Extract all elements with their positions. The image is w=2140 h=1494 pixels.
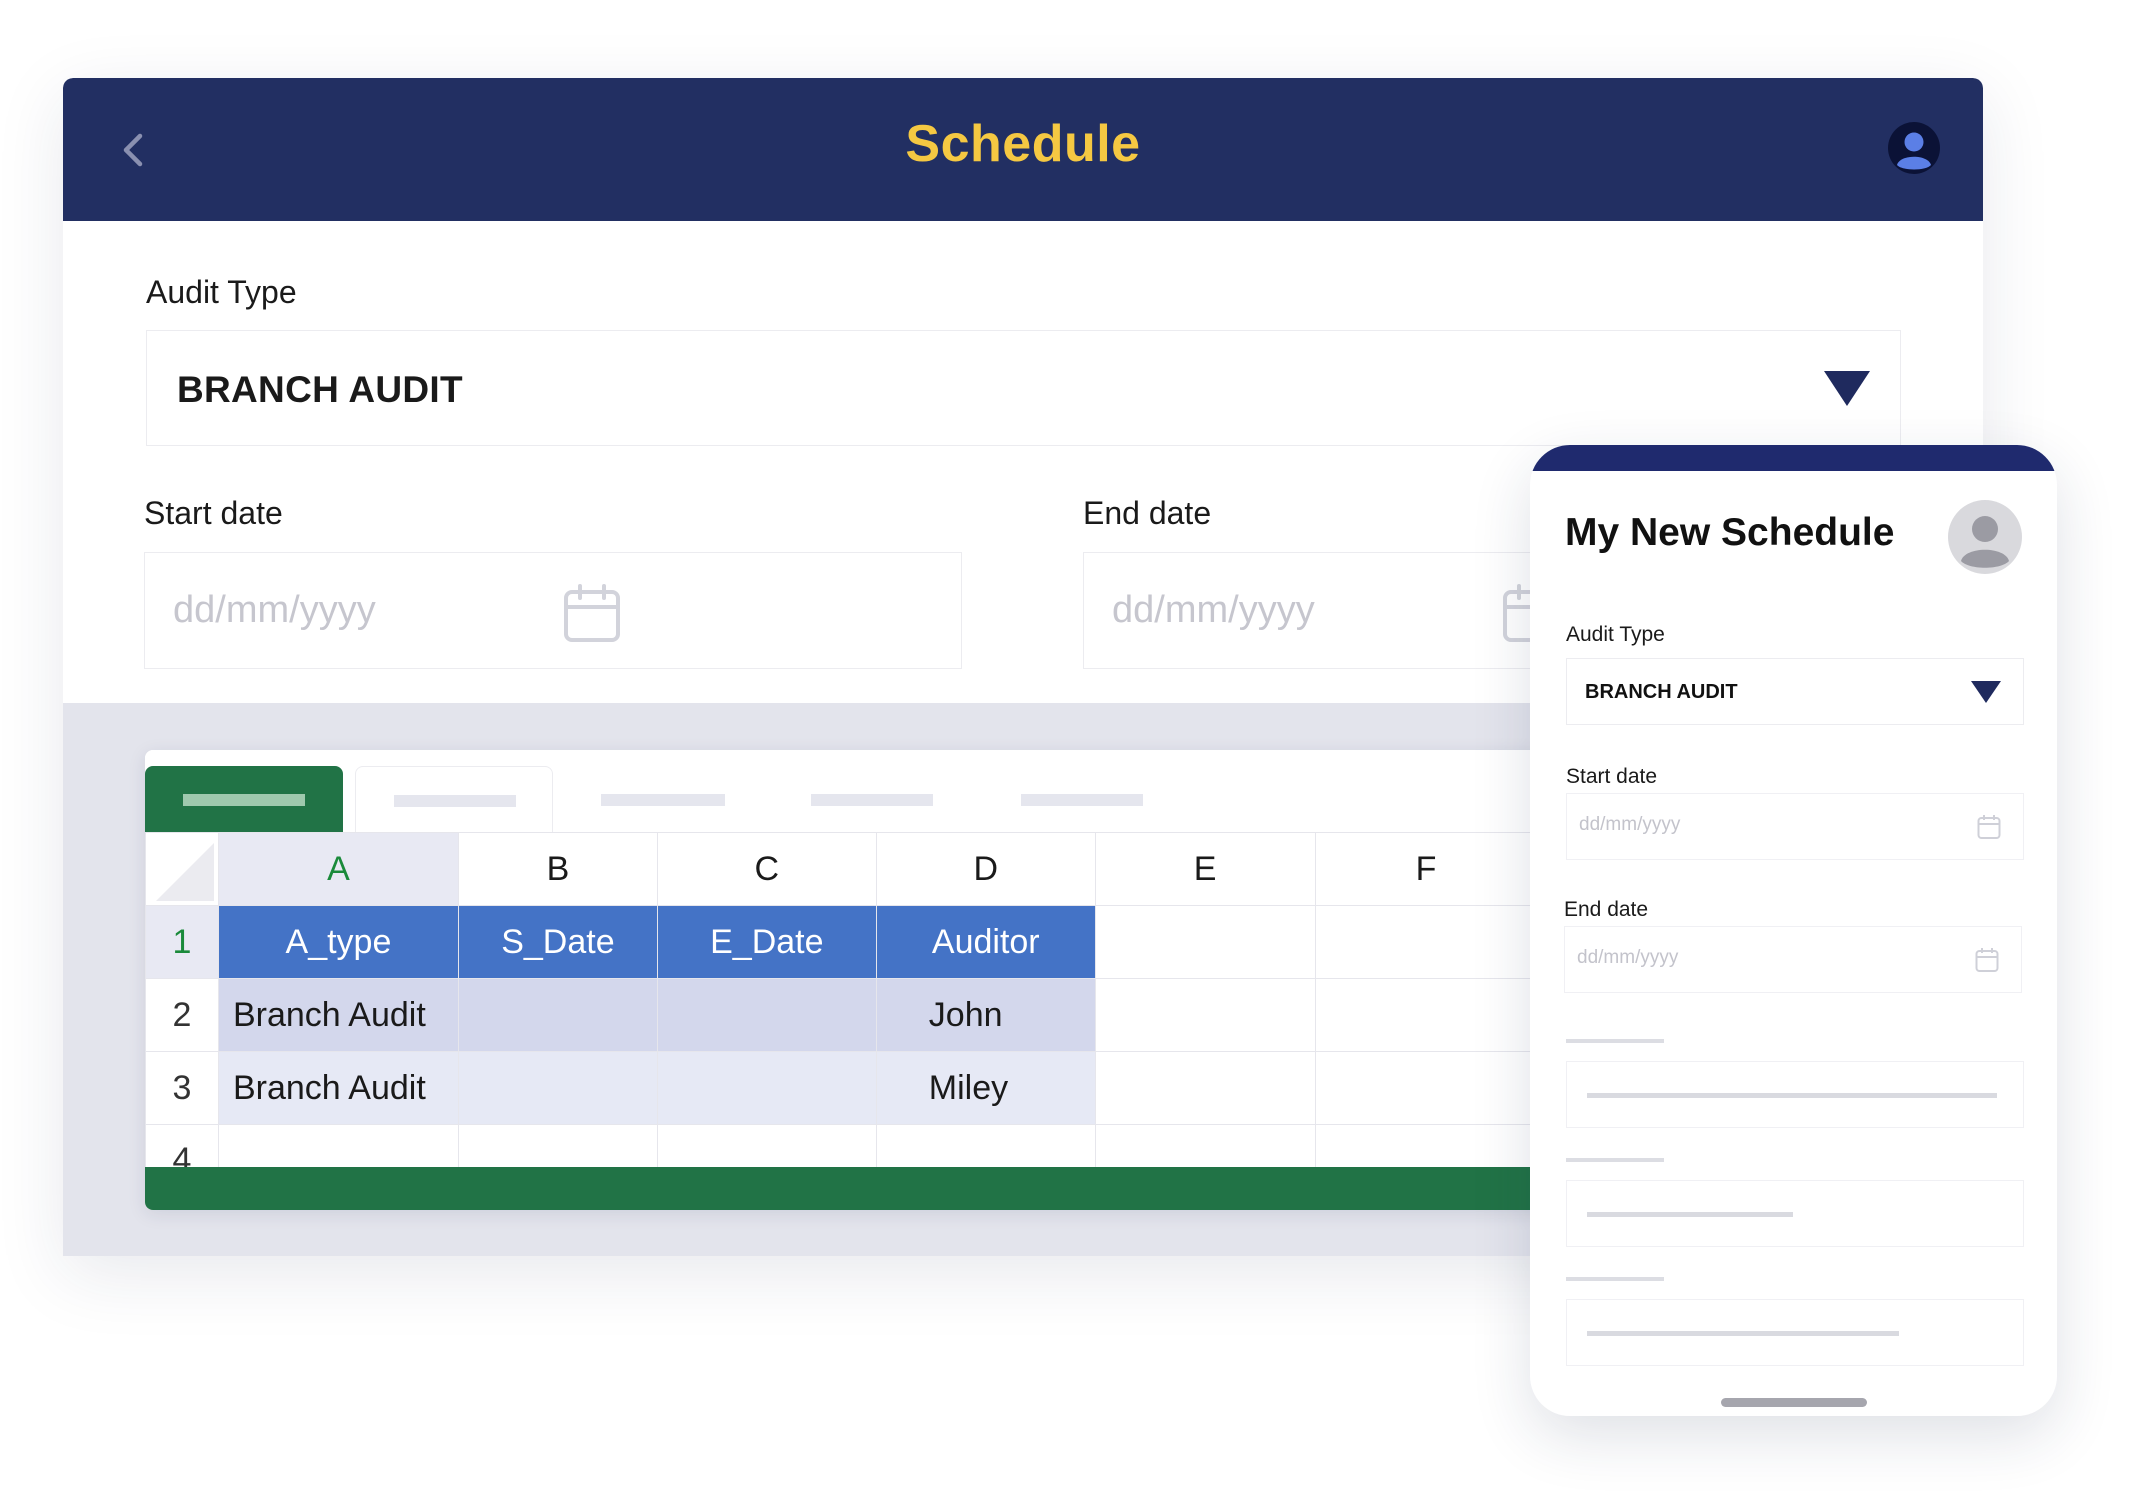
mobile-audit-type-select[interactable]: BRANCH AUDIT	[1566, 658, 2024, 725]
skeleton-label	[1566, 1039, 1664, 1043]
cell[interactable]: E_Date	[656, 905, 877, 979]
cell[interactable]: Auditor	[875, 905, 1096, 979]
calendar-icon[interactable]	[1975, 947, 1999, 973]
mobile-start-date-field	[1566, 793, 2024, 860]
sheet-tab-active[interactable]	[145, 766, 343, 832]
skeleton-field	[1566, 1180, 2024, 1247]
cell[interactable]	[1094, 905, 1316, 979]
cell[interactable]: Branch Audit	[217, 1051, 459, 1125]
cell[interactable]: Miley	[875, 1051, 1096, 1125]
calendar-icon[interactable]	[1977, 814, 2001, 840]
mobile-end-date-input[interactable]	[1577, 947, 1777, 969]
user-avatar-button[interactable]	[1888, 122, 1940, 174]
stage: Schedule Audit Type BRANCH AUDIT Start d…	[0, 0, 2140, 1494]
mobile-top-bar	[1530, 445, 2057, 471]
cell[interactable]	[457, 978, 658, 1052]
mobile-panel: My New Schedule Audit Type BRANCH AUDIT …	[1530, 445, 2057, 1416]
start-date-input[interactable]	[173, 589, 533, 632]
column-header[interactable]: B	[457, 832, 658, 906]
sheet-tab[interactable]	[355, 766, 553, 832]
home-indicator	[1721, 1398, 1867, 1407]
mobile-page-title: My New Schedule	[1565, 511, 1895, 554]
cell[interactable]: A_type	[217, 905, 459, 979]
mobile-start-date-input[interactable]	[1579, 814, 1779, 836]
skeleton-field	[1566, 1061, 2024, 1128]
mobile-avatar-button[interactable]	[1948, 500, 2022, 574]
skeleton-label	[1566, 1277, 1664, 1281]
cell[interactable]	[656, 978, 877, 1052]
cell[interactable]	[1094, 978, 1316, 1052]
select-all-corner[interactable]	[145, 832, 219, 906]
start-date-field	[144, 552, 962, 669]
cell[interactable]	[1314, 1051, 1538, 1125]
cell[interactable]	[1094, 1051, 1316, 1125]
audit-type-value: BRANCH AUDIT	[177, 369, 463, 410]
end-date-input[interactable]	[1112, 589, 1472, 632]
page-title: Schedule	[905, 115, 1141, 173]
column-header[interactable]: D	[875, 832, 1096, 906]
audit-type-select[interactable]: BRANCH AUDIT	[146, 330, 1901, 446]
user-avatar-icon	[1948, 500, 2022, 574]
mobile-end-date-field	[1564, 926, 2022, 993]
start-date-label: Start date	[144, 495, 283, 531]
audit-type-label: Audit Type	[146, 274, 297, 310]
caret-down-icon	[1971, 681, 2001, 703]
skeleton-field	[1566, 1299, 2024, 1366]
cell[interactable]: John	[875, 978, 1096, 1052]
caret-down-icon	[1824, 371, 1870, 406]
column-header[interactable]: E	[1094, 832, 1316, 906]
cell[interactable]	[1314, 905, 1538, 979]
mobile-end-date-label: End date	[1564, 898, 1649, 921]
end-date-label: End date	[1083, 495, 1212, 531]
cell[interactable]: Branch Audit	[217, 978, 459, 1052]
column-header[interactable]: C	[656, 832, 877, 906]
column-header[interactable]: A	[217, 832, 459, 906]
cell[interactable]	[656, 1051, 877, 1125]
skeleton-label	[1566, 1158, 1664, 1162]
mobile-start-date-label: Start date	[1566, 765, 1658, 788]
sheet-tab[interactable]	[983, 766, 1181, 832]
cell[interactable]: S_Date	[457, 905, 658, 979]
cell[interactable]	[457, 1051, 658, 1125]
top-app-bar: Schedule	[63, 78, 1983, 221]
mobile-audit-type-label: Audit Type	[1566, 623, 1665, 646]
row-header[interactable]: 2	[145, 978, 219, 1052]
calendar-icon[interactable]	[563, 583, 621, 643]
cell[interactable]	[1314, 978, 1538, 1052]
mobile-audit-type-value: BRANCH AUDIT	[1585, 681, 1738, 703]
sheet-tab[interactable]	[563, 766, 761, 832]
row-header[interactable]: 1	[145, 905, 219, 979]
user-avatar-icon	[1888, 122, 1940, 174]
column-header[interactable]: F	[1314, 832, 1538, 906]
row-header[interactable]: 3	[145, 1051, 219, 1125]
sheet-tab[interactable]	[773, 766, 971, 832]
